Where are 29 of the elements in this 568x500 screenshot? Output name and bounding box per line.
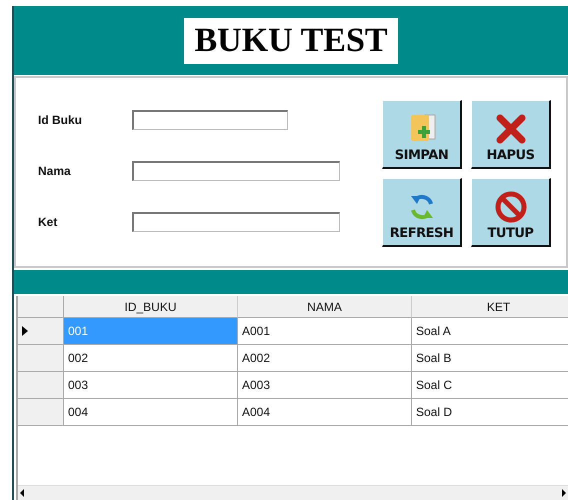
input-field[interactable] [132,212,340,232]
delete-button[interactable]: HAPUS [471,100,551,169]
refresh-button[interactable]: REFRESH [382,178,462,247]
row-header[interactable] [18,318,64,345]
table-cell: 002 [64,345,238,372]
input-field[interactable] [132,161,340,181]
scroll-left-icon[interactable] [18,488,26,498]
table-cell: 001 [64,318,238,345]
table-cell: 003 [64,372,238,399]
row-pointer-icon [22,326,28,336]
column-header[interactable]: NAMA [238,296,412,318]
input-field[interactable] [132,110,288,130]
table-cell: A002 [238,345,412,372]
table-cell: A001 [238,318,412,345]
table-cell: A004 [238,399,412,426]
field-label: Id Buku [38,113,83,127]
no-entry-icon [494,190,528,224]
save-button[interactable]: SIMPAN [382,100,462,169]
field-label: Ket [38,215,58,229]
app-title: BUKU TEST [184,18,398,64]
horizontal-scrollbar[interactable] [18,485,568,500]
column-header[interactable]: ID_BUKU [64,296,238,318]
field-label: Nama [38,164,72,178]
close-button[interactable]: TUTUP [471,178,551,247]
table-cell: A003 [238,372,412,399]
scroll-right-icon[interactable] [560,488,568,498]
table-cell: 004 [64,399,238,426]
x-icon [494,112,528,146]
column-header[interactable]: KET [412,296,568,318]
